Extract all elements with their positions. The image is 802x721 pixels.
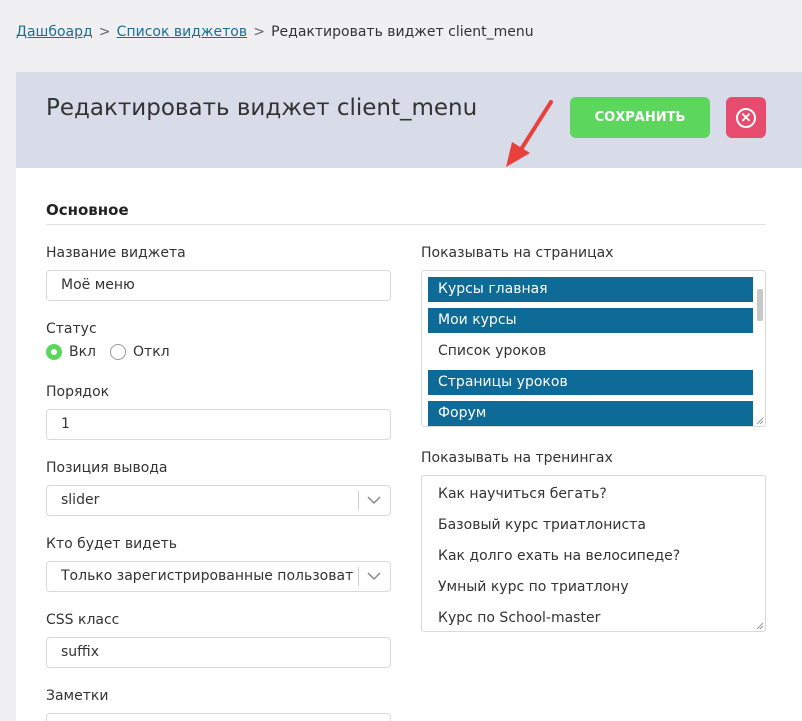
pages-option[interactable]: Форум (428, 401, 753, 426)
status-off-label: Откл (133, 344, 170, 360)
status-off-radio[interactable]: Откл (110, 344, 170, 360)
resize-handle-icon[interactable] (756, 417, 764, 425)
css-class-label: CSS класс (46, 612, 120, 628)
select-divider (358, 491, 359, 510)
trainings-option[interactable]: Умный курс по триатлону (428, 575, 753, 600)
scrollbar-thumb[interactable] (757, 289, 763, 321)
resize-handle-icon[interactable] (756, 622, 764, 630)
notes-label: Заметки (46, 688, 109, 704)
breadcrumb-current: Редактировать виджет client_menu (271, 24, 534, 40)
position-label: Позиция вывода (46, 460, 168, 476)
close-circle-icon: ✕ (736, 107, 756, 128)
radio-checked-icon (46, 344, 62, 360)
pages-label: Показывать на страницах (421, 245, 614, 261)
trainings-multiselect[interactable]: Как научиться бегать? Базовый курс триатл… (421, 475, 766, 632)
audience-select[interactable]: Только зарегистрированные пользователи (46, 561, 391, 592)
breadcrumb-link-dashboard[interactable]: Дашбоард (16, 24, 93, 40)
status-radio-group: Вкл Откл (46, 344, 184, 360)
trainings-label: Показывать на тренингах (421, 450, 613, 466)
pages-option[interactable]: Мои курсы (428, 308, 753, 333)
trainings-option[interactable]: Как научиться бегать? (428, 482, 753, 507)
pages-multiselect[interactable]: Курсы главная Мои курсы Список уроков Стран… (421, 270, 766, 427)
chevron-down-icon (367, 496, 381, 505)
pages-option[interactable]: Курсы главная (428, 277, 753, 302)
section-title: Основное (46, 201, 129, 219)
pages-option[interactable]: Список уроков (428, 339, 753, 364)
breadcrumb: Дашбоард > Список виджетов > Редактирова… (16, 24, 534, 40)
page-title: Редактировать виджет client_menu (46, 95, 478, 121)
widget-edit-card: Редактировать виджет client_menu СОХРАНИ… (16, 72, 802, 721)
chevron-down-icon (367, 572, 381, 581)
widget-name-input[interactable]: Моё меню (46, 270, 391, 301)
breadcrumb-chevron-icon: > (98, 24, 111, 40)
trainings-option[interactable]: Курс по School-master (428, 606, 753, 631)
notes-textarea[interactable] (46, 713, 391, 721)
radio-unchecked-icon (110, 344, 127, 360)
audience-select-value: Только зарегистрированные пользователи (61, 568, 354, 584)
save-button[interactable]: СОХРАНИТЬ (570, 97, 710, 138)
card-header: Редактировать виджет client_menu СОХРАНИ… (16, 72, 802, 168)
order-input[interactable]: 1 (46, 409, 391, 440)
trainings-option[interactable]: Как долго ехать на велосипеде? (428, 544, 753, 569)
breadcrumb-chevron-icon: > (253, 24, 265, 40)
widget-name-label: Название виджета (46, 245, 186, 261)
status-label: Статус (46, 321, 97, 337)
audience-label: Кто будет видеть (46, 536, 177, 552)
section-divider (46, 224, 766, 225)
status-on-radio[interactable]: Вкл (46, 344, 96, 360)
red-pointer-arrow-icon (506, 100, 553, 167)
trainings-option[interactable]: Базовый курс триатлониста (428, 513, 753, 538)
css-class-input[interactable]: suffix (46, 637, 391, 668)
position-select-value: slider (61, 492, 100, 508)
status-on-label: Вкл (69, 344, 97, 360)
position-select[interactable]: slider (46, 485, 391, 516)
select-divider (358, 567, 359, 586)
breadcrumb-link-widget-list[interactable]: Список виджетов (117, 24, 247, 40)
close-button[interactable]: ✕ (726, 97, 766, 138)
order-label: Порядок (46, 384, 110, 400)
pages-option[interactable]: Страницы уроков (428, 370, 753, 395)
